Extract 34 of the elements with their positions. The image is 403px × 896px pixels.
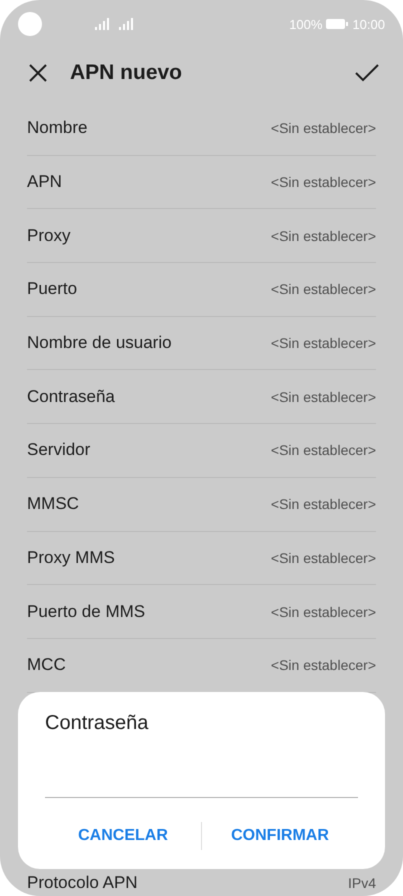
camera-cutout [18,12,42,36]
setting-value: <Sin establecer> [270,228,376,244]
battery-icon [326,19,348,29]
signal-icon [95,18,109,30]
screen-title: APN nuevo [70,61,184,85]
setting-value: <Sin establecer> [270,604,376,620]
setting-value: <Sin establecer> [270,281,376,298]
close-icon[interactable] [28,63,48,83]
setting-label: Proxy [27,226,70,246]
signal-icon [119,18,133,30]
setting-label: Servidor [27,440,90,460]
setting-value: <Sin establecer> [270,550,376,566]
setting-label: Proxy MMS [27,548,115,568]
confirm-button[interactable]: CONFIRMAR [202,823,358,849]
setting-label: MMSC [27,494,79,514]
setting-label: Nombre de usuario [27,333,172,354]
setting-label: Puerto de MMS [27,602,146,622]
setting-value: <Sin establecer> [270,388,376,405]
cancel-button[interactable]: CANCELAR [45,823,201,849]
setting-value: <Sin establecer> [270,120,376,136]
setting-value: <Sin establecer> [270,442,376,458]
setting-value: <Sin establecer> [270,496,376,512]
setting-value: <Sin establecer> [270,657,376,674]
setting-label: Protocolo APN [27,873,138,894]
setting-label: Nombre [27,118,88,138]
dialog-title: Contraseña [45,712,150,735]
setting-label: MCC [27,655,66,676]
setting-value: <Sin establecer> [270,174,376,190]
setting-value: IPv4 [348,875,376,892]
checkmark-icon[interactable] [355,64,379,82]
setting-label: Contraseña [27,386,115,407]
setting-label: Puerto [27,279,78,300]
setting-value: <Sin establecer> [270,335,376,352]
setting-label: APN [27,172,62,192]
